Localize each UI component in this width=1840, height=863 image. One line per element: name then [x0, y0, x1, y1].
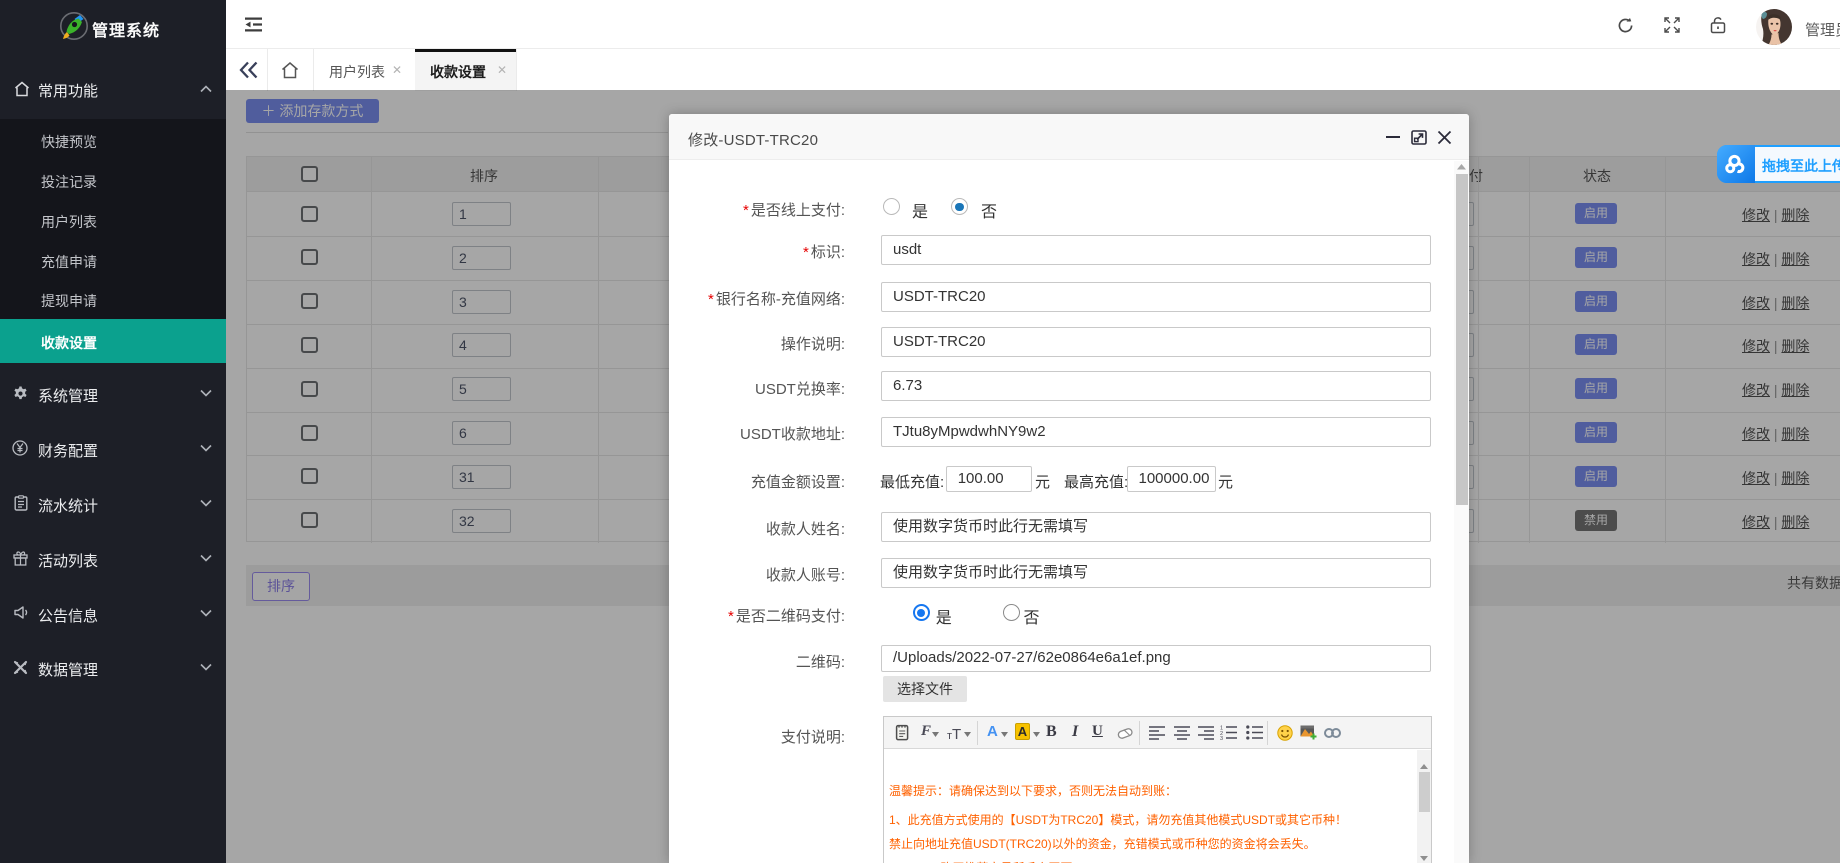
- svg-text:3: 3: [1220, 736, 1223, 740]
